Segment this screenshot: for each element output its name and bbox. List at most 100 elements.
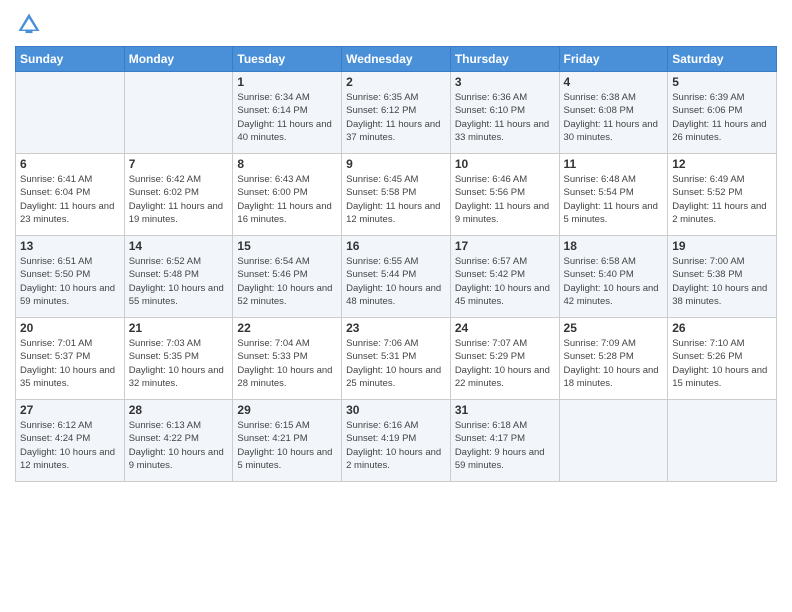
calendar-cell: 2 Sunrise: 6:35 AM Sunset: 6:12 PM Daylig…: [342, 72, 451, 154]
day-number: 5: [672, 75, 772, 89]
calendar-cell: 16 Sunrise: 6:55 AM Sunset: 5:44 PM Dayli…: [342, 236, 451, 318]
day-header-friday: Friday: [559, 47, 668, 72]
calendar-cell: 18Sunrise: 6:58 AM Sunset: 5:40 PM Dayli…: [559, 236, 668, 318]
calendar-cell: 5 Sunrise: 6:39 AM Sunset: 6:06 PM Daylig…: [668, 72, 777, 154]
week-row-1: 6 Sunrise: 6:41 AM Sunset: 6:04 PM Daylig…: [16, 154, 777, 236]
calendar-cell: 4Sunrise: 6:38 AM Sunset: 6:08 PM Daylig…: [559, 72, 668, 154]
calendar-table: SundayMondayTuesdayWednesdayThursdayFrid…: [15, 46, 777, 482]
day-number: 30: [346, 403, 446, 417]
day-info: Sunrise: 6:41 AM Sunset: 6:04 PM Dayligh…: [20, 173, 120, 226]
day-info: Sunrise: 7:00 AM Sunset: 5:38 PM Dayligh…: [672, 255, 772, 308]
day-info: Sunrise: 6:49 AM Sunset: 5:52 PM Dayligh…: [672, 173, 772, 226]
logo-icon: [15, 10, 43, 38]
header: [15, 10, 777, 38]
day-number: 15: [237, 239, 337, 253]
day-header-wednesday: Wednesday: [342, 47, 451, 72]
calendar-cell: 27 Sunrise: 6:12 AM Sunset: 4:24 PM Dayli…: [16, 400, 125, 482]
calendar-cell: 1 Sunrise: 6:34 AM Sunset: 6:14 PM Daylig…: [233, 72, 342, 154]
day-info: Sunrise: 6:16 AM Sunset: 4:19 PM Dayligh…: [346, 419, 446, 472]
day-info: Sunrise: 7:06 AM Sunset: 5:31 PM Dayligh…: [346, 337, 446, 390]
calendar-cell: 11Sunrise: 6:48 AM Sunset: 5:54 PM Dayli…: [559, 154, 668, 236]
day-info: Sunrise: 6:51 AM Sunset: 5:50 PM Dayligh…: [20, 255, 120, 308]
day-number: 14: [129, 239, 229, 253]
day-header-monday: Monday: [124, 47, 233, 72]
day-number: 22: [237, 321, 337, 335]
calendar-cell: 9Sunrise: 6:45 AM Sunset: 5:58 PM Daylig…: [342, 154, 451, 236]
day-info: Sunrise: 6:15 AM Sunset: 4:21 PM Dayligh…: [237, 419, 337, 472]
day-header-tuesday: Tuesday: [233, 47, 342, 72]
week-row-0: 1 Sunrise: 6:34 AM Sunset: 6:14 PM Daylig…: [16, 72, 777, 154]
day-info: Sunrise: 6:43 AM Sunset: 6:00 PM Dayligh…: [237, 173, 337, 226]
day-info: Sunrise: 6:55 AM Sunset: 5:44 PM Dayligh…: [346, 255, 446, 308]
calendar-cell: 28Sunrise: 6:13 AM Sunset: 4:22 PM Dayli…: [124, 400, 233, 482]
calendar-cell: 26 Sunrise: 7:10 AM Sunset: 5:26 PM Dayli…: [668, 318, 777, 400]
day-number: 25: [564, 321, 664, 335]
day-info: Sunrise: 6:38 AM Sunset: 6:08 PM Dayligh…: [564, 91, 664, 144]
day-number: 2: [346, 75, 446, 89]
calendar-cell: [559, 400, 668, 482]
calendar-cell: 23 Sunrise: 7:06 AM Sunset: 5:31 PM Dayli…: [342, 318, 451, 400]
calendar-cell: [124, 72, 233, 154]
day-info: Sunrise: 6:52 AM Sunset: 5:48 PM Dayligh…: [129, 255, 229, 308]
day-info: Sunrise: 6:13 AM Sunset: 4:22 PM Dayligh…: [129, 419, 229, 472]
day-info: Sunrise: 6:39 AM Sunset: 6:06 PM Dayligh…: [672, 91, 772, 144]
calendar-cell: 30 Sunrise: 6:16 AM Sunset: 4:19 PM Dayli…: [342, 400, 451, 482]
day-info: Sunrise: 7:07 AM Sunset: 5:29 PM Dayligh…: [455, 337, 555, 390]
day-number: 18: [564, 239, 664, 253]
calendar-cell: 31Sunrise: 6:18 AM Sunset: 4:17 PM Dayli…: [450, 400, 559, 482]
calendar-cell: 22 Sunrise: 7:04 AM Sunset: 5:33 PM Dayli…: [233, 318, 342, 400]
day-number: 29: [237, 403, 337, 417]
day-number: 6: [20, 157, 120, 171]
calendar-cell: 12 Sunrise: 6:49 AM Sunset: 5:52 PM Dayli…: [668, 154, 777, 236]
calendar-cell: 14 Sunrise: 6:52 AM Sunset: 5:48 PM Dayli…: [124, 236, 233, 318]
week-row-3: 20 Sunrise: 7:01 AM Sunset: 5:37 PM Dayli…: [16, 318, 777, 400]
day-number: 13: [20, 239, 120, 253]
calendar-cell: 15 Sunrise: 6:54 AM Sunset: 5:46 PM Dayli…: [233, 236, 342, 318]
day-number: 1: [237, 75, 337, 89]
day-info: Sunrise: 6:57 AM Sunset: 5:42 PM Dayligh…: [455, 255, 555, 308]
day-header-sunday: Sunday: [16, 47, 125, 72]
day-number: 31: [455, 403, 555, 417]
day-number: 12: [672, 157, 772, 171]
calendar-cell: 21 Sunrise: 7:03 AM Sunset: 5:35 PM Dayli…: [124, 318, 233, 400]
calendar-cell: 19 Sunrise: 7:00 AM Sunset: 5:38 PM Dayli…: [668, 236, 777, 318]
calendar-cell: 8 Sunrise: 6:43 AM Sunset: 6:00 PM Daylig…: [233, 154, 342, 236]
calendar-cell: 24 Sunrise: 7:07 AM Sunset: 5:29 PM Dayli…: [450, 318, 559, 400]
day-header-saturday: Saturday: [668, 47, 777, 72]
day-number: 7: [129, 157, 229, 171]
calendar-cell: 20 Sunrise: 7:01 AM Sunset: 5:37 PM Dayli…: [16, 318, 125, 400]
day-info: Sunrise: 6:34 AM Sunset: 6:14 PM Dayligh…: [237, 91, 337, 144]
calendar-cell: 29 Sunrise: 6:15 AM Sunset: 4:21 PM Dayli…: [233, 400, 342, 482]
day-number: 23: [346, 321, 446, 335]
day-number: 20: [20, 321, 120, 335]
day-number: 10: [455, 157, 555, 171]
calendar-header: SundayMondayTuesdayWednesdayThursdayFrid…: [16, 47, 777, 72]
calendar-cell: 17Sunrise: 6:57 AM Sunset: 5:42 PM Dayli…: [450, 236, 559, 318]
calendar-cell: [668, 400, 777, 482]
day-info: Sunrise: 6:54 AM Sunset: 5:46 PM Dayligh…: [237, 255, 337, 308]
day-number: 27: [20, 403, 120, 417]
day-info: Sunrise: 6:35 AM Sunset: 6:12 PM Dayligh…: [346, 91, 446, 144]
day-number: 19: [672, 239, 772, 253]
day-info: Sunrise: 7:01 AM Sunset: 5:37 PM Dayligh…: [20, 337, 120, 390]
day-info: Sunrise: 6:46 AM Sunset: 5:56 PM Dayligh…: [455, 173, 555, 226]
day-number: 24: [455, 321, 555, 335]
logo: [15, 10, 45, 38]
day-info: Sunrise: 7:03 AM Sunset: 5:35 PM Dayligh…: [129, 337, 229, 390]
calendar-cell: 7 Sunrise: 6:42 AM Sunset: 6:02 PM Daylig…: [124, 154, 233, 236]
day-info: Sunrise: 6:36 AM Sunset: 6:10 PM Dayligh…: [455, 91, 555, 144]
day-info: Sunrise: 6:12 AM Sunset: 4:24 PM Dayligh…: [20, 419, 120, 472]
day-number: 21: [129, 321, 229, 335]
calendar-cell: [16, 72, 125, 154]
calendar-cell: 6 Sunrise: 6:41 AM Sunset: 6:04 PM Daylig…: [16, 154, 125, 236]
day-info: Sunrise: 6:42 AM Sunset: 6:02 PM Dayligh…: [129, 173, 229, 226]
calendar-cell: 3Sunrise: 6:36 AM Sunset: 6:10 PM Daylig…: [450, 72, 559, 154]
day-info: Sunrise: 7:04 AM Sunset: 5:33 PM Dayligh…: [237, 337, 337, 390]
day-number: 8: [237, 157, 337, 171]
week-row-2: 13 Sunrise: 6:51 AM Sunset: 5:50 PM Dayli…: [16, 236, 777, 318]
day-number: 26: [672, 321, 772, 335]
calendar-body: 1 Sunrise: 6:34 AM Sunset: 6:14 PM Daylig…: [16, 72, 777, 482]
day-info: Sunrise: 6:48 AM Sunset: 5:54 PM Dayligh…: [564, 173, 664, 226]
day-number: 16: [346, 239, 446, 253]
day-info: Sunrise: 7:10 AM Sunset: 5:26 PM Dayligh…: [672, 337, 772, 390]
